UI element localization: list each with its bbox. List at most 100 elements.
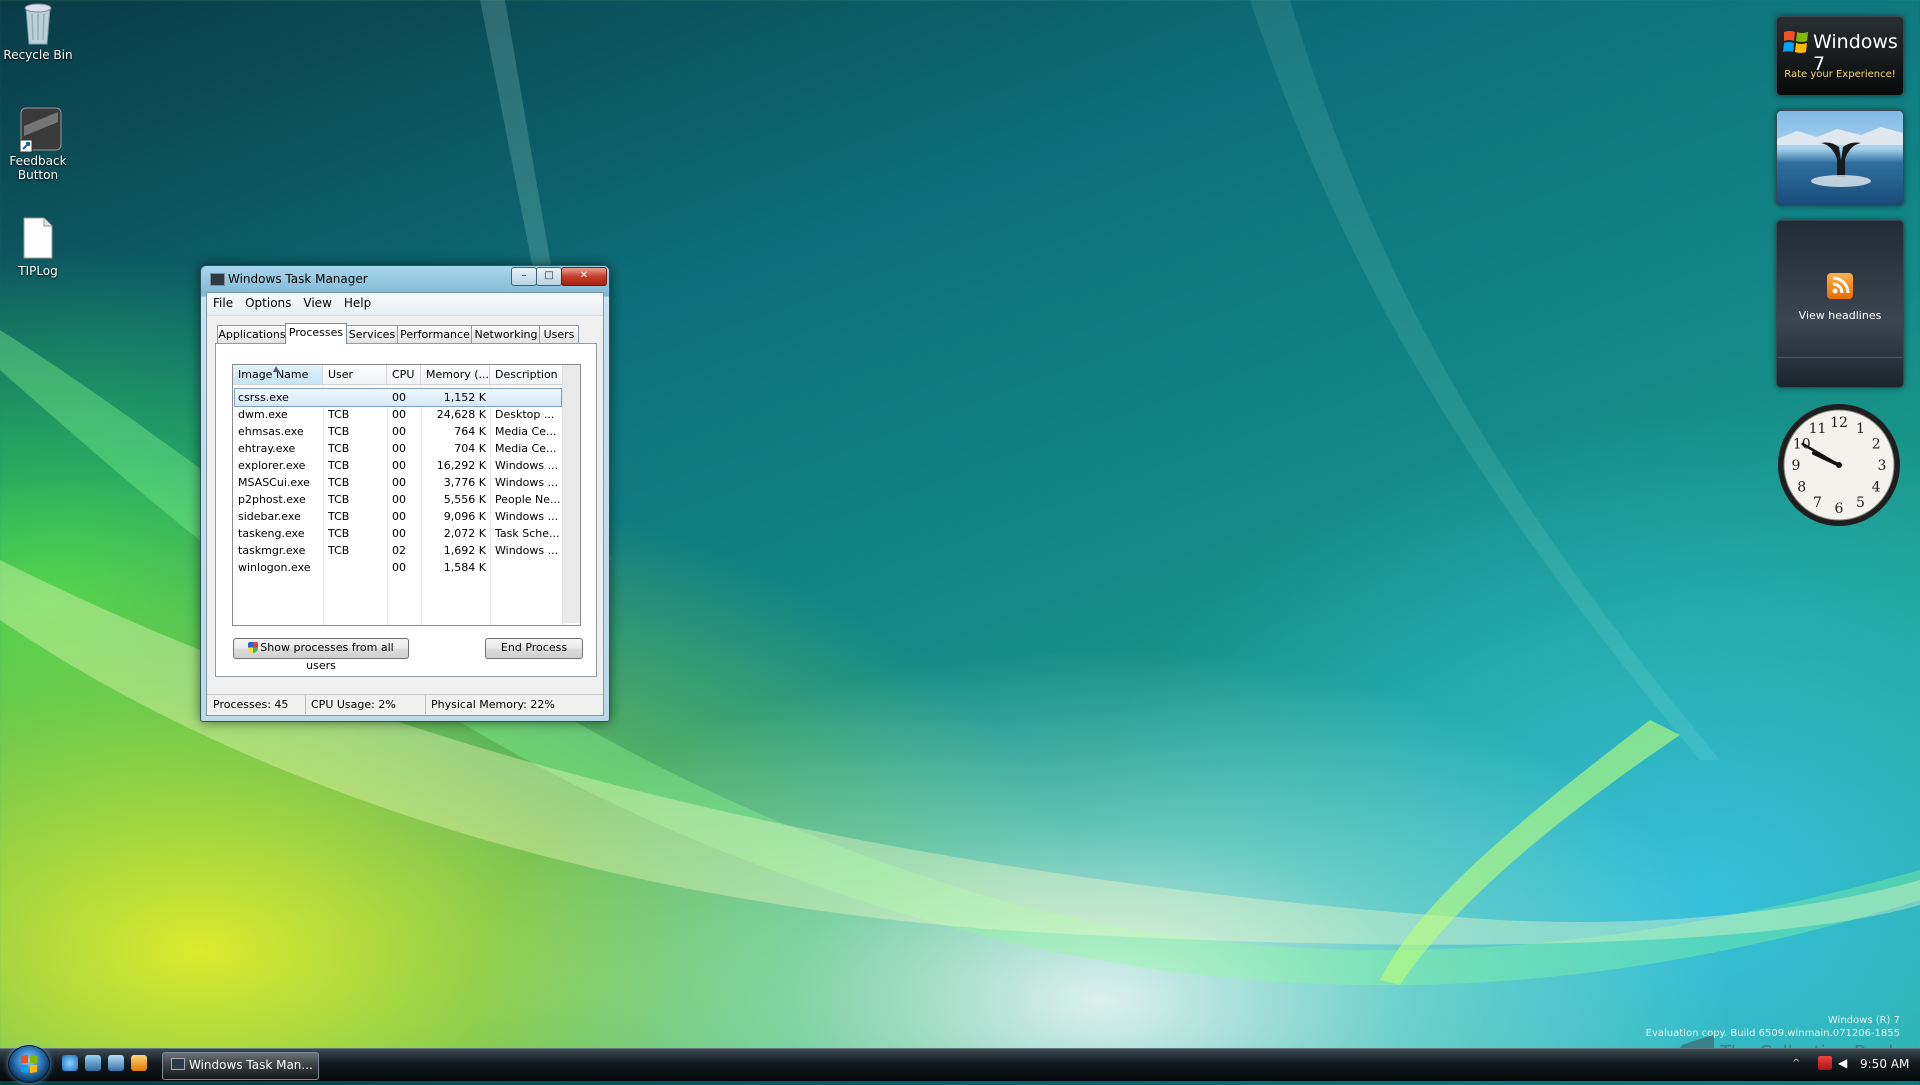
volume-icon[interactable]: ◀ [1838,1056,1847,1070]
taskbar-button-task-manager[interactable]: Windows Task Man... [162,1052,319,1080]
table-row[interactable]: taskeng.exe TCB 00 2,072 K Task Sche... [233,525,563,542]
clock-number: 7 [1813,495,1822,511]
cell-cpu: 00 [392,459,406,472]
maximize-button[interactable]: □ [536,267,562,286]
show-all-users-button[interactable]: Show processes from all users [233,638,409,672]
cell-cpu: 00 [392,391,406,404]
table-row[interactable]: ehtray.exe TCB 00 704 K Media Ce... [233,440,563,457]
column-header-user-name[interactable]: User Name [323,365,387,401]
cell-user: TCB [328,442,350,455]
column-header-description[interactable]: Description [490,365,563,385]
task-manager-window: Windows Task Manager – □ ✕ File Options Vi… [200,265,610,722]
slideshow-gadget[interactable] [1776,110,1904,206]
cell-desc: Windows ... [495,459,559,472]
media-player-icon[interactable] [131,1055,147,1071]
minimize-button[interactable]: – [511,267,537,286]
tab-networking[interactable]: Networking [471,325,541,343]
cell-mem: 3,776 K [443,476,486,489]
feed-headlines-gadget[interactable]: View headlines [1776,220,1904,388]
column-header-memory[interactable]: Memory (... [421,365,490,385]
cell-mem: 16,292 K [436,459,486,472]
sort-ascending-icon: ▲ [273,364,280,373]
table-row[interactable]: MSASCui.exe TCB 00 3,776 K Windows ... [233,474,563,491]
cell-cpu: 00 [392,425,406,438]
title-bar[interactable]: Windows Task Manager – □ ✕ [201,266,609,292]
cell-name: p2phost.exe [238,493,306,506]
cell-user: TCB [328,493,350,506]
clock-number: 3 [1878,458,1887,474]
menu-help[interactable]: Help [338,293,377,313]
tab-performance[interactable]: Performance [397,325,473,343]
cell-desc: Desktop ... [495,408,555,421]
table-row[interactable]: explorer.exe TCB 00 16,292 K Windows ... [233,457,563,474]
status-physical-memory: Physical Memory: 22% [431,698,555,711]
menu-bar: File Options View Help [207,293,603,316]
tab-services[interactable]: Services [345,325,399,343]
windows7-gadget[interactable]: Windows 7 Rate your Experience! [1776,16,1904,96]
cell-name: MSASCui.exe [238,476,310,489]
table-row[interactable]: ehmsas.exe TCB 00 764 K Media Ce... [233,423,563,440]
cell-user: TCB [328,527,350,540]
clock-time[interactable]: 9:50 AM [1860,1057,1909,1071]
clock-face: 12 1234567891011 [1778,404,1900,526]
tab-users[interactable]: Users [539,325,579,343]
vertical-scrollbar[interactable] [562,365,580,623]
end-process-button[interactable]: End Process [485,638,583,659]
process-list[interactable]: ▲Image Name User Name CPU Memory (... De… [232,364,581,626]
cell-cpu: 00 [392,476,406,489]
show-hidden-icons-arrow[interactable]: ^ [1792,1058,1800,1069]
menu-file[interactable]: File [207,293,239,313]
show-desktop-icon[interactable] [85,1055,101,1071]
switch-windows-icon[interactable] [108,1055,124,1071]
desktop-icon-recycle-bin[interactable]: Recycle Bin [0,0,76,62]
cell-desc: Windows ... [495,544,559,557]
clock-number: 8 [1797,480,1806,496]
cell-mem: 1,692 K [443,544,486,557]
view-headlines-label[interactable]: View headlines [1777,309,1903,322]
ie-icon[interactable] [62,1055,78,1071]
menu-view[interactable]: View [297,293,337,313]
table-row[interactable]: taskmgr.exe TCB 02 1,692 K Windows ... [233,542,563,559]
cell-desc: People Ne... [495,493,561,506]
clock-number: 1 [1856,421,1865,437]
task-manager-app-icon [171,1058,185,1070]
clock-number: 9 [1792,458,1801,474]
column-header-image-name[interactable]: ▲ Image Name [233,365,323,385]
status-bar: Processes: 45 CPU Usage: 2% Physical Mem… [207,694,603,715]
cell-desc: Windows ... [495,510,559,523]
clock-number: 4 [1872,480,1881,496]
cell-name: ehtray.exe [238,442,296,455]
build-watermark: Windows (R) 7 Evaluation copy. Build 650… [1646,1014,1900,1040]
table-row[interactable]: csrss.exe 00 1,152 K [234,388,562,407]
cell-user: TCB [328,510,350,523]
cell-desc: Windows ... [495,476,559,489]
clock-number: 2 [1872,437,1881,453]
menu-options[interactable]: Options [239,293,297,313]
network-error-icon[interactable] [1818,1056,1832,1070]
tab-processes[interactable]: Processes [285,323,347,344]
watermark-line2: Evaluation copy. Build 6509.winmain.0712… [1645,1028,1900,1039]
start-button[interactable] [8,1045,50,1083]
status-cpu-usage: CPU Usage: 2% [305,695,426,714]
cell-cpu: 00 [392,493,406,506]
column-header-cpu[interactable]: CPU [387,365,421,385]
clock-number: 12 [1830,415,1848,431]
clock-gadget[interactable]: 12 1 2 3 4 5 6 7 8 9 10 11 [1776,402,1902,528]
table-row[interactable]: p2phost.exe TCB 00 5,556 K People Ne... [233,491,563,508]
desktop-icon-tiplog[interactable]: TIPLog [0,216,76,278]
cell-user: TCB [328,476,350,489]
windows7-gadget-subtitle: Rate your Experience! [1784,69,1896,80]
watermark-line1: Windows (R) 7 [1827,1015,1900,1026]
desktop-icon-feedback-button[interactable]: Feedback Button [0,106,76,182]
table-row[interactable]: winlogon.exe 00 1,584 K [233,559,563,576]
cell-desc: Task Sche... [495,527,560,540]
tab-applications[interactable]: Applications [217,325,287,343]
table-row[interactable]: dwm.exe TCB 00 24,628 K Desktop ... [233,406,563,423]
cell-cpu: 00 [392,561,406,574]
cell-cpu: 00 [392,442,406,455]
cell-user: TCB [328,425,350,438]
cell-name: dwm.exe [238,408,288,421]
feedback-icon [18,106,62,153]
close-button[interactable]: ✕ [561,267,607,286]
table-row[interactable]: sidebar.exe TCB 00 9,096 K Windows ... [233,508,563,525]
